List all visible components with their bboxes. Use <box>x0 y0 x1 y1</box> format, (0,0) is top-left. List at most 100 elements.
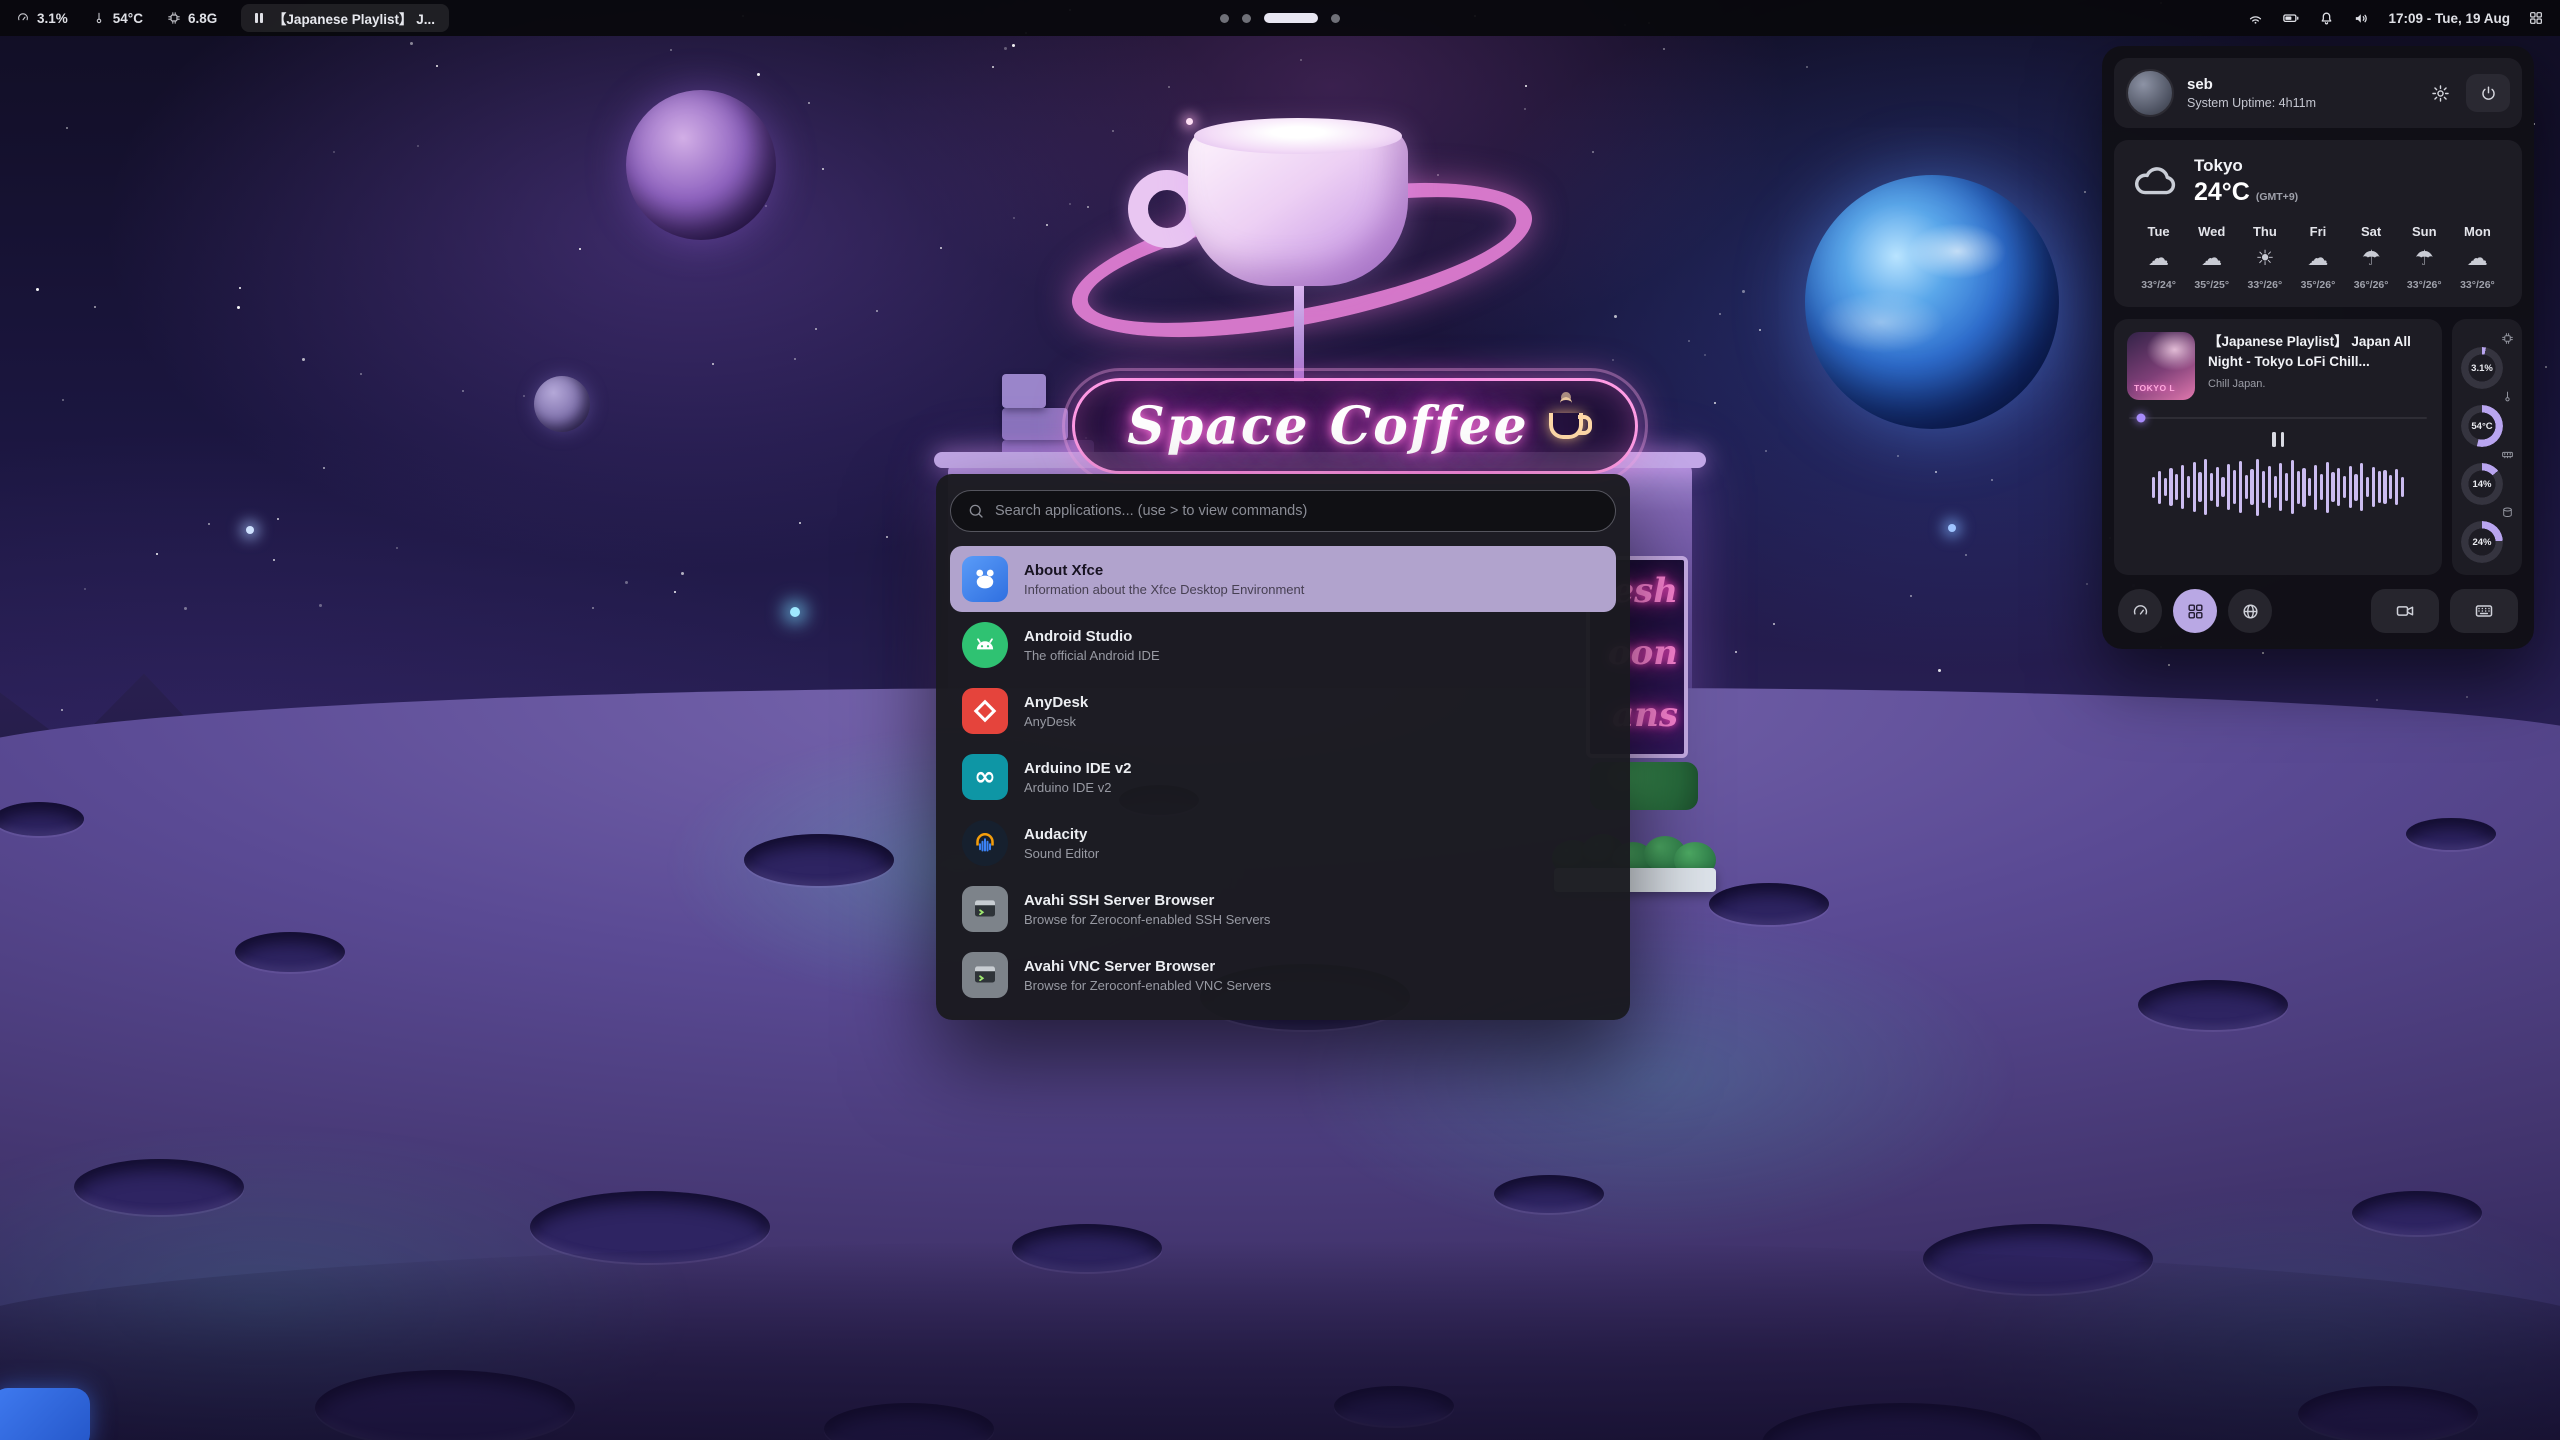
star <box>2466 696 2468 698</box>
star <box>360 373 362 375</box>
app-row[interactable]: Avahi SSH Server Browser Browse for Zero… <box>950 876 1616 942</box>
performance-button[interactable] <box>2118 589 2162 633</box>
search-input[interactable] <box>995 503 1599 519</box>
crater <box>0 802 84 836</box>
star <box>184 607 187 610</box>
app-description: Browse for Zeroconf-enabled VNC Servers <box>1024 978 1271 993</box>
waveform-bar <box>2383 470 2386 504</box>
star <box>625 581 628 584</box>
star <box>410 42 413 45</box>
waveform-bar <box>2233 470 2236 504</box>
crater <box>74 1159 244 1215</box>
waveform-bar <box>2372 467 2375 507</box>
star <box>1765 450 1767 452</box>
waveform-bar <box>2343 476 2346 498</box>
crater <box>2352 1191 2482 1235</box>
audio-waveform <box>2127 457 2429 517</box>
workspace-dot[interactable] <box>1242 14 1251 23</box>
cafe-neon-sign: Space Coffee <box>1072 378 1638 474</box>
star <box>1168 86 1170 88</box>
settings-button[interactable] <box>2422 75 2458 111</box>
app-icon <box>962 622 1008 668</box>
app-row[interactable]: AnyDesk AnyDesk <box>950 678 1616 744</box>
crater <box>2138 980 2288 1030</box>
progress-dot[interactable] <box>2136 414 2145 423</box>
app-name: About Xfce <box>1024 562 1304 579</box>
weather-city: Tokyo <box>2194 156 2298 176</box>
waveform-bar <box>2378 471 2381 502</box>
app-description: Sound Editor <box>1024 846 1099 861</box>
gear-icon <box>2431 84 2450 103</box>
topbar: 3.1% 54°C 6.8G 【Japanese Playlist】 J... … <box>0 0 2560 36</box>
volume-icon[interactable] <box>2353 10 2370 27</box>
waveform-bar <box>2320 474 2323 499</box>
forecast-day: Sun☂33°/26° <box>2398 223 2451 293</box>
app-row[interactable]: Android Studio The official Android IDE <box>950 612 1616 678</box>
crater <box>744 834 894 886</box>
network-button[interactable] <box>2228 589 2272 633</box>
app-row[interactable]: Audacity Sound Editor <box>950 810 1616 876</box>
star <box>1300 59 1302 61</box>
app-row[interactable]: ∞ Arduino IDE v2 Arduino IDE v2 <box>950 744 1616 810</box>
star <box>333 151 335 153</box>
search-icon <box>967 502 985 520</box>
app-name: Arduino IDE v2 <box>1024 760 1132 777</box>
star <box>1759 329 1761 331</box>
star <box>592 607 594 609</box>
bottom-left-blue-shape <box>0 1388 90 1440</box>
coffee-cup-icon <box>1549 413 1583 439</box>
cloud-weather-icon: ☁ <box>2185 248 2238 269</box>
screen-record-button[interactable] <box>2371 589 2439 633</box>
star <box>208 523 210 525</box>
star <box>1688 340 1690 342</box>
power-button[interactable] <box>2466 74 2510 112</box>
workspace-dot[interactable] <box>1264 13 1318 23</box>
workspace-dot[interactable] <box>1220 14 1229 23</box>
cloud-icon <box>2132 159 2178 205</box>
notifications-bell-icon[interactable] <box>2318 10 2335 27</box>
star <box>2545 366 2547 368</box>
star <box>323 467 325 469</box>
star <box>36 288 39 291</box>
star <box>1524 108 1526 110</box>
search-bar[interactable] <box>950 490 1616 532</box>
apps-button[interactable] <box>2173 589 2217 633</box>
media-progress[interactable] <box>2129 412 2427 424</box>
app-row[interactable]: About Xfce Information about the Xfce De… <box>950 546 1616 612</box>
clock[interactable]: 17:09 - Tue, 19 Aug <box>2388 11 2510 26</box>
play-pause-button[interactable] <box>2272 432 2284 447</box>
crater <box>1012 1224 1162 1272</box>
battery-icon[interactable] <box>2282 9 2300 27</box>
cpu-gauge-icon <box>16 11 30 25</box>
temperature-value: 54°C <box>113 11 143 26</box>
star <box>156 553 158 555</box>
star <box>62 399 64 401</box>
star <box>1735 651 1737 653</box>
star <box>794 358 796 360</box>
star <box>1004 47 1007 50</box>
media-pill[interactable]: 【Japanese Playlist】 J... <box>241 4 449 32</box>
rain-weather-icon: ☂ <box>2345 248 2398 269</box>
star <box>940 247 942 249</box>
waveform-bar <box>2291 460 2294 514</box>
apps-grid-icon[interactable] <box>2528 10 2544 26</box>
app-icon <box>962 688 1008 734</box>
star <box>992 66 994 68</box>
thermometer-icon <box>92 11 106 25</box>
keyboard-button[interactable] <box>2450 589 2518 633</box>
forecast-day: Thu☀33°/26° <box>2238 223 2291 293</box>
glow-star <box>790 607 800 617</box>
weather-card: Tokyo 24°C (GMT+9) Tue☁33°/24°Wed☁35°/25… <box>2114 140 2522 307</box>
app-row[interactable]: Avahi VNC Server Browser Browse for Zero… <box>950 942 1616 1008</box>
waveform-bar <box>2268 466 2271 508</box>
app-description: The official Android IDE <box>1024 648 1160 663</box>
waveform-bar <box>2245 475 2248 499</box>
waveform-bar <box>2169 468 2172 505</box>
workspace-dot[interactable] <box>1331 14 1340 23</box>
star <box>757 73 760 76</box>
waveform-bar <box>2262 471 2265 502</box>
coffee-cup-planet <box>1188 128 1408 286</box>
app-icon <box>962 820 1008 866</box>
network-icon[interactable] <box>2247 10 2264 27</box>
star <box>1719 313 1721 315</box>
